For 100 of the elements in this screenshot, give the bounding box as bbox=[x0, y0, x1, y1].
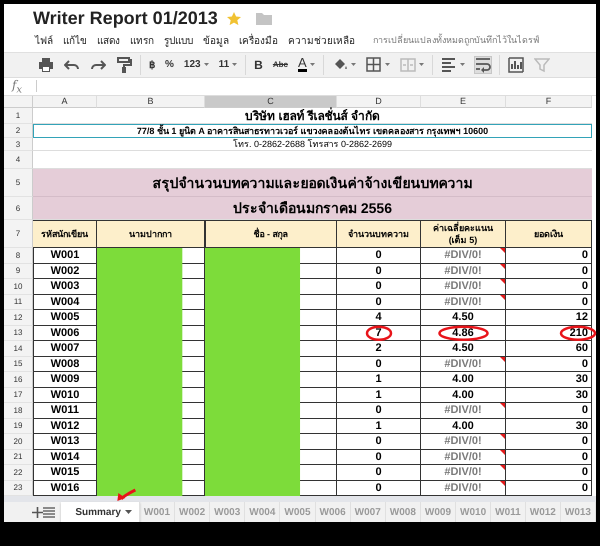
add-sheet-icon[interactable] bbox=[32, 506, 44, 518]
row-number: 16 bbox=[4, 372, 33, 388]
menu-item[interactable]: รูปแบบ bbox=[164, 32, 193, 48]
error-flag-icon bbox=[500, 434, 505, 439]
bold-button[interactable]: B bbox=[252, 54, 265, 75]
row-number: 13 bbox=[4, 326, 33, 341]
row-number: 7 bbox=[4, 220, 33, 248]
paint-roller-icon[interactable] bbox=[116, 56, 132, 73]
align-left-icon[interactable] bbox=[440, 56, 457, 73]
table-cell: #DIV/0! bbox=[421, 450, 506, 465]
column-header[interactable]: A bbox=[33, 96, 97, 108]
table-cell: 0 bbox=[506, 294, 592, 310]
column-header[interactable]: F bbox=[506, 96, 592, 108]
column-header[interactable]: D bbox=[337, 96, 421, 108]
table-cell: #DIV/0! bbox=[421, 403, 506, 418]
caret-icon[interactable] bbox=[350, 63, 356, 66]
table-cell: #DIV/0! bbox=[421, 434, 506, 450]
column-header[interactable]: B bbox=[97, 96, 205, 108]
error-flag-icon bbox=[500, 403, 505, 408]
table-cell: #DIV/0! bbox=[421, 356, 506, 372]
error-flag-icon bbox=[500, 450, 505, 454]
table-cell: 0 bbox=[506, 279, 592, 294]
caret-icon[interactable] bbox=[232, 63, 238, 66]
text-wrap-icon[interactable] bbox=[474, 56, 491, 73]
table-cell: 0 bbox=[506, 248, 592, 264]
print-icon[interactable] bbox=[38, 56, 54, 73]
sheet-list-icon[interactable] bbox=[43, 506, 56, 518]
table-cell: 1 bbox=[337, 388, 421, 403]
row-number: 19 bbox=[4, 418, 33, 434]
table-cell: #DIV/0! bbox=[421, 294, 506, 310]
table-cell: 0 bbox=[337, 434, 421, 450]
menu-item[interactable]: แก้ไข bbox=[63, 32, 87, 48]
error-flag-icon bbox=[500, 264, 505, 268]
row-number: 8 bbox=[4, 248, 33, 264]
error-flag-icon bbox=[500, 480, 505, 486]
table-cell: 0 bbox=[337, 264, 421, 279]
chart-icon[interactable] bbox=[508, 56, 524, 73]
dropdown-button[interactable]: 11 bbox=[216, 54, 240, 75]
document-title[interactable]: Writer Report 01/2013 bbox=[33, 8, 218, 29]
column-header[interactable]: E bbox=[421, 96, 506, 108]
caret-icon[interactable] bbox=[460, 63, 465, 66]
column-heading-cell: นามปากกา bbox=[97, 220, 205, 248]
error-flag-icon bbox=[500, 279, 505, 284]
dropdown-button[interactable]: 123 bbox=[182, 54, 211, 75]
cell-text: ประจำเดือนมกราคม 2556 bbox=[232, 199, 392, 218]
menu-item[interactable]: ความช่วยเหลือ bbox=[288, 32, 355, 48]
table-cell: 0 bbox=[337, 465, 421, 480]
cell-text: 77/8 ชั้น 1 ยูนิต A อาคารสินสาธรทาวเวอร์ แขวงคลองต้นไทร เขตคลองสาร กรุงเทพฯ 10600 bbox=[136, 124, 488, 138]
table-cell: 60 bbox=[506, 341, 592, 356]
table-cell: 0 bbox=[506, 356, 592, 372]
menu-item[interactable]: ข้อมูล bbox=[203, 32, 229, 48]
table-cell: 0 bbox=[337, 294, 421, 310]
strikethrough-button[interactable]: Abc bbox=[270, 54, 290, 75]
caret-icon[interactable] bbox=[124, 510, 132, 514]
column-header[interactable]: C bbox=[205, 96, 337, 108]
caret-icon[interactable] bbox=[384, 63, 390, 66]
row-number: 23 bbox=[4, 480, 33, 496]
table-cell: 30 bbox=[506, 372, 592, 388]
column-heading-cell: ยอดเงิน bbox=[506, 220, 592, 248]
star-icon[interactable] bbox=[226, 10, 242, 26]
table-cell: 30 bbox=[506, 388, 592, 403]
table-cell: 0 bbox=[337, 403, 421, 418]
table-cell: 2 bbox=[337, 341, 421, 356]
table-cell: #DIV/0! bbox=[421, 264, 506, 279]
menu-item[interactable]: ไฟล์ bbox=[35, 32, 53, 48]
row-number: 22 bbox=[4, 465, 33, 480]
column-heading-cell: ชื่อ - สกุล bbox=[205, 220, 337, 248]
error-flag-icon bbox=[500, 465, 505, 470]
caret-icon[interactable] bbox=[310, 63, 315, 66]
row-number: 3 bbox=[4, 138, 33, 151]
table-cell: 0 bbox=[506, 465, 592, 480]
table-cell: 4.00 bbox=[421, 388, 506, 403]
menu-item[interactable]: เครื่องมือ bbox=[239, 32, 278, 48]
borders-icon[interactable] bbox=[366, 56, 382, 73]
error-flag-icon bbox=[500, 294, 505, 300]
row-number: 5 bbox=[4, 169, 33, 197]
table-cell: 4 bbox=[337, 310, 421, 326]
menu-item[interactable]: แทรก bbox=[130, 32, 154, 48]
text-color-button[interactable]: A bbox=[296, 54, 317, 75]
table-cell: 4.00 bbox=[421, 372, 506, 388]
table-cell: 0 bbox=[506, 403, 592, 418]
cell-text: สรุปจำนวนบทความและยอดเงินค่าจ้างเขียนบทความ bbox=[152, 174, 472, 194]
table-cell: 4.50 bbox=[421, 310, 506, 326]
format-button[interactable]: ฿ bbox=[147, 54, 157, 75]
table-cell: 0 bbox=[506, 264, 592, 279]
caret-icon[interactable] bbox=[418, 63, 424, 66]
table-cell: #DIV/0! bbox=[421, 465, 506, 480]
sheet-tab[interactable]: Summary bbox=[61, 502, 140, 522]
row-number: 4 bbox=[4, 151, 33, 169]
row-number: 10 bbox=[4, 279, 33, 294]
caret-icon[interactable] bbox=[204, 63, 209, 66]
table-cell: 1 bbox=[337, 418, 421, 434]
row-number: 20 bbox=[4, 434, 33, 450]
table-cell: 210 bbox=[506, 326, 592, 341]
cell-text: โทร. 0-2862-2688 โทรสาร 0-2862-2699 bbox=[232, 138, 392, 151]
menu-item[interactable]: แสดง bbox=[97, 32, 120, 48]
row-number: 21 bbox=[4, 450, 33, 465]
table-cell: 0 bbox=[337, 356, 421, 372]
format-button[interactable]: % bbox=[163, 54, 176, 75]
table-cell: 0 bbox=[337, 248, 421, 264]
